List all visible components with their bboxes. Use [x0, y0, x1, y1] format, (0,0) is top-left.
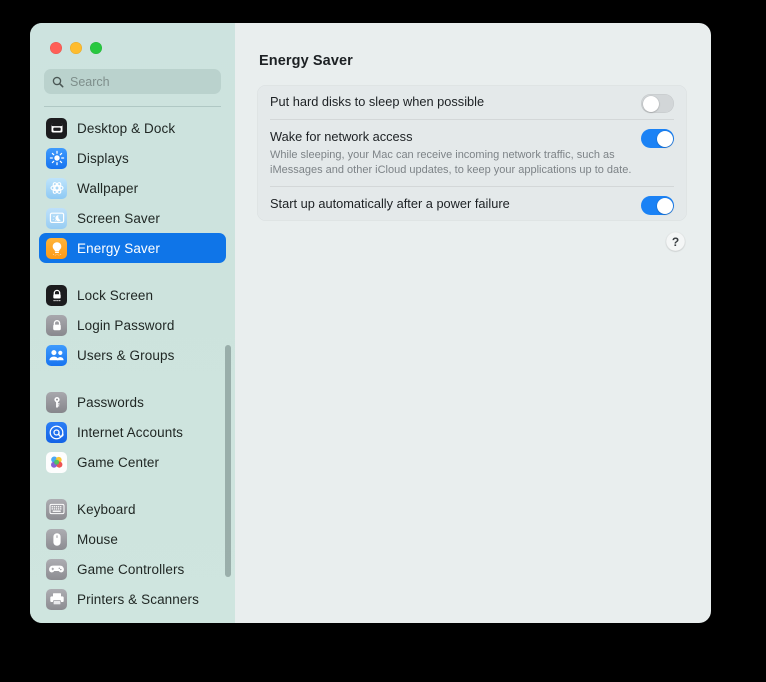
sidebar-item-printers-and-scanners[interactable]: Printers & Scanners	[39, 584, 226, 614]
setting-title: Put hard disks to sleep when possible	[270, 94, 485, 109]
setting-text: Start up automatically after a power fai…	[270, 187, 641, 221]
sidebar-group-separator	[30, 370, 235, 387]
setting-title: Wake for network access	[270, 129, 413, 144]
game-controller-icon	[46, 558, 67, 580]
hard-disk-sleep-toggle[interactable]	[641, 94, 674, 113]
sidebar-item-label: Printers & Scanners	[77, 591, 199, 607]
sidebar-group-appearance: Desktop & Dock Displays Wallpaper Screen…	[30, 113, 235, 263]
sidebar-group-separator	[30, 477, 235, 494]
system-settings-window: Desktop & Dock	[30, 23, 711, 623]
sidebar-item-internet-accounts[interactable]: Internet Accounts	[39, 417, 226, 447]
screen-saver-icon	[46, 207, 67, 229]
users-and-groups-icon	[46, 344, 67, 366]
internet-accounts-at-icon	[46, 421, 67, 443]
sidebar-item-label: Lock Screen	[77, 287, 154, 303]
sidebar-item-desktop-and-dock[interactable]: Desktop & Dock	[39, 113, 226, 143]
login-password-icon	[46, 314, 67, 336]
sidebar-scrollbar[interactable]	[225, 345, 231, 577]
energy-saver-icon	[46, 237, 67, 259]
sidebar-item-label: Users & Groups	[77, 347, 175, 363]
sidebar-group-accounts: Passwords Internet Accounts Game Center	[30, 387, 235, 477]
sidebar-group-separator	[30, 263, 235, 280]
sidebar-item-label: Login Password	[77, 317, 175, 333]
sidebar-item-passwords[interactable]: Passwords	[39, 387, 226, 417]
desktop-background: Desktop & Dock	[0, 0, 766, 682]
setting-description: While sleeping, your Mac can receive inc…	[270, 149, 632, 176]
sidebar-item-label: Energy Saver	[77, 240, 160, 256]
sidebar-item-label: Passwords	[77, 394, 144, 410]
lock-screen-icon	[46, 284, 67, 306]
sidebar-item-game-center[interactable]: Game Center	[39, 447, 226, 477]
sidebar-item-label: Game Center	[77, 454, 160, 470]
game-center-icon	[46, 451, 67, 473]
desktop-and-dock-icon	[46, 117, 67, 139]
sidebar-item-label: Wallpaper	[77, 180, 139, 196]
sidebar: Desktop & Dock	[30, 23, 235, 623]
window-controls	[30, 23, 235, 65]
sidebar-item-label: Game Controllers	[77, 561, 185, 577]
setting-control	[641, 187, 674, 215]
toggle-knob	[642, 95, 659, 112]
setting-control	[641, 120, 674, 148]
sidebar-item-users-and-groups[interactable]: Users & Groups	[39, 340, 226, 370]
page-title: Energy Saver	[259, 53, 353, 69]
passwords-key-icon	[46, 391, 67, 413]
sidebar-item-label: Desktop & Dock	[77, 120, 176, 136]
sidebar-item-label: Mouse	[77, 531, 119, 547]
setting-title: Start up automatically after a power fai…	[270, 196, 510, 211]
maximize-button[interactable]	[90, 42, 102, 54]
wallpaper-icon	[46, 177, 67, 199]
setting-text: Wake for network access While sleeping, …	[270, 120, 641, 186]
keyboard-icon	[46, 498, 67, 520]
sidebar-item-game-controllers[interactable]: Game Controllers	[39, 554, 226, 584]
search-input[interactable]	[70, 74, 213, 89]
sidebar-item-energy-saver[interactable]: Energy Saver	[39, 233, 226, 263]
sidebar-item-displays[interactable]: Displays	[39, 143, 226, 173]
sidebar-item-label: Internet Accounts	[77, 424, 184, 440]
content-pane: Energy Saver Put hard disks to sleep whe…	[235, 23, 711, 623]
search-container	[44, 69, 221, 107]
setting-row-wake-for-network-access[interactable]: Wake for network access While sleeping, …	[257, 120, 687, 186]
displays-icon	[46, 147, 67, 169]
wake-for-network-access-toggle[interactable]	[641, 129, 674, 148]
sidebar-group-security: Lock Screen Login Password Users & Group…	[30, 280, 235, 370]
toggle-knob	[656, 130, 673, 147]
energy-saver-settings-card: Put hard disks to sleep when possible Wa…	[257, 85, 687, 221]
setting-row-hard-disk-sleep[interactable]: Put hard disks to sleep when possible	[257, 85, 687, 119]
search-field[interactable]	[44, 69, 221, 94]
sidebar-item-wallpaper[interactable]: Wallpaper	[39, 173, 226, 203]
sidebar-item-label: Displays	[77, 150, 129, 166]
setting-text: Put hard disks to sleep when possible	[270, 85, 641, 119]
mouse-icon	[46, 528, 67, 550]
sidebar-item-label: Keyboard	[77, 501, 136, 517]
printer-icon	[46, 588, 67, 610]
start-up-after-power-failure-toggle[interactable]	[641, 196, 674, 215]
sidebar-item-login-password[interactable]: Login Password	[39, 310, 226, 340]
close-button[interactable]	[50, 42, 62, 54]
sidebar-item-lock-screen[interactable]: Lock Screen	[39, 280, 226, 310]
sidebar-item-keyboard[interactable]: Keyboard	[39, 494, 226, 524]
setting-control	[641, 85, 674, 113]
sidebar-group-hardware: Keyboard Mouse Game Controllers Printers…	[30, 494, 235, 614]
help-row: ?	[257, 232, 687, 251]
toggle-knob	[656, 197, 673, 214]
sidebar-scroll-area[interactable]: Desktop & Dock Displays Wallpaper Screen…	[30, 107, 235, 614]
minimize-button[interactable]	[70, 42, 82, 54]
search-icon	[52, 76, 64, 88]
sidebar-item-label: Screen Saver	[77, 210, 160, 226]
help-button[interactable]: ?	[666, 232, 685, 251]
sidebar-item-mouse[interactable]: Mouse	[39, 524, 226, 554]
setting-row-start-up-after-power-failure[interactable]: Start up automatically after a power fai…	[257, 187, 687, 221]
sidebar-item-screen-saver[interactable]: Screen Saver	[39, 203, 226, 233]
